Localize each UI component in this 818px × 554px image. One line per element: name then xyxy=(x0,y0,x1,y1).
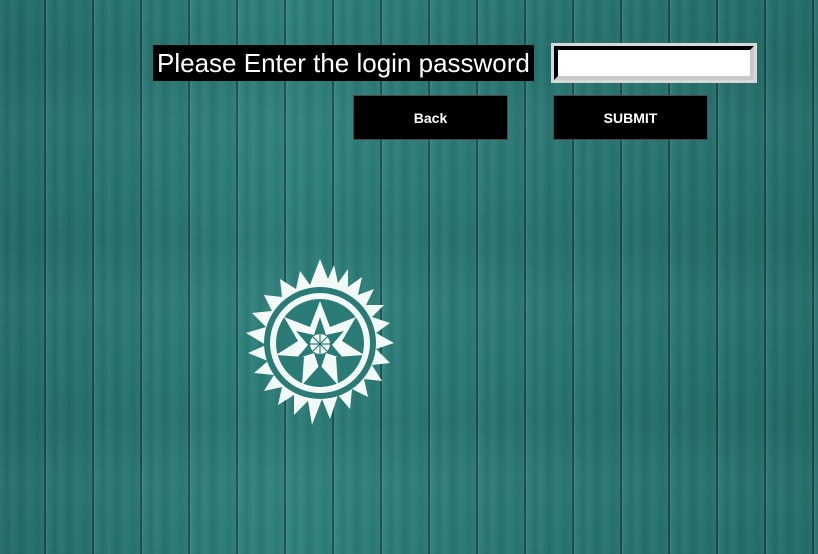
login-password-prompt: Please Enter the login password xyxy=(153,45,534,81)
submit-button[interactable]: SUBMIT xyxy=(553,95,708,140)
sun-emblem-logo xyxy=(238,255,403,430)
sun-emblem-icon xyxy=(246,259,394,425)
back-button[interactable]: Back xyxy=(353,95,508,140)
password-input[interactable] xyxy=(551,43,757,83)
